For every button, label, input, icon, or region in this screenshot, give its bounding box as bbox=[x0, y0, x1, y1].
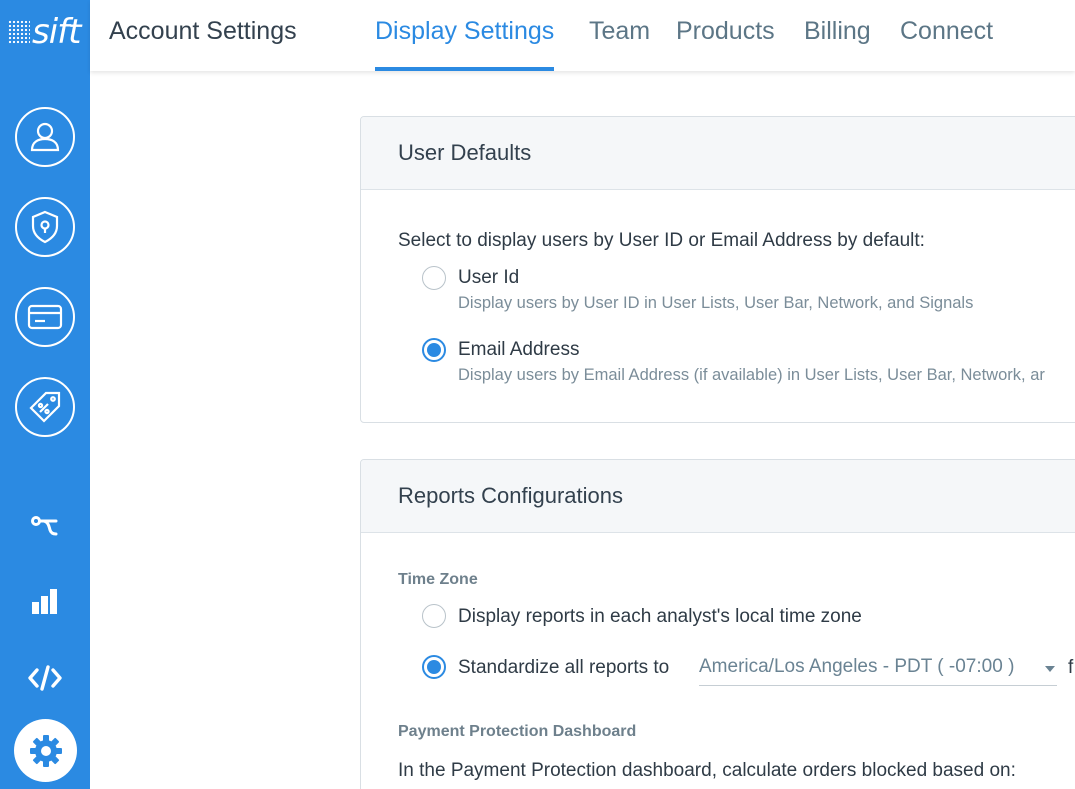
ppd-text: In the Payment Protection dashboard, cal… bbox=[398, 760, 1016, 781]
rail-item-developer[interactable] bbox=[25, 658, 65, 698]
page-title: Account Settings bbox=[109, 17, 297, 45]
radio-user-id[interactable] bbox=[422, 266, 446, 290]
card-title: User Defaults bbox=[398, 140, 532, 165]
tab-display-settings[interactable]: Display Settings bbox=[375, 17, 555, 71]
shield-lock-icon bbox=[31, 210, 59, 244]
option-label-standardize[interactable]: Standardize all reports to bbox=[458, 657, 669, 679]
rail-item-account[interactable] bbox=[15, 107, 75, 167]
option-desc-user-id: Display users by User ID in User Lists, … bbox=[458, 294, 974, 312]
timezone-select-value: America/Los Angeles - PDT ( -07:00 ) bbox=[699, 656, 1015, 677]
card-header: Reports Configurations bbox=[361, 460, 1075, 533]
workflow-icon bbox=[31, 516, 58, 536]
gear-icon bbox=[29, 734, 62, 767]
radio-local-time-zone[interactable] bbox=[422, 604, 446, 628]
tab-connect[interactable]: Connect bbox=[900, 17, 993, 71]
top-bar: Account Settings Display Settings Team P… bbox=[90, 0, 1075, 71]
chevron-down-icon bbox=[1045, 666, 1055, 672]
user-defaults-prompt: Select to display users by User ID or Em… bbox=[398, 230, 925, 251]
rail-item-promotions[interactable] bbox=[15, 377, 75, 437]
option-label-local-time-zone[interactable]: Display reports in each analyst's local … bbox=[458, 606, 862, 628]
code-icon bbox=[28, 665, 62, 691]
card-title: Reports Configurations bbox=[398, 483, 624, 508]
bar-chart-icon bbox=[32, 589, 57, 614]
user-defaults-card: User Defaults Select to display users by… bbox=[360, 116, 1075, 423]
card-header: User Defaults bbox=[361, 117, 1075, 190]
rail-item-settings[interactable] bbox=[14, 719, 77, 782]
rail-item-workflows[interactable] bbox=[25, 507, 65, 547]
credit-card-icon bbox=[27, 304, 63, 330]
timezone-select[interactable]: America/Los Angeles - PDT ( -07:00 ) bbox=[699, 656, 1057, 686]
user-icon bbox=[30, 122, 60, 152]
rail-item-security[interactable] bbox=[15, 197, 75, 257]
option-desc-email-address: Display users by Email Address (if avail… bbox=[458, 366, 1045, 384]
left-nav-rail: sift bbox=[0, 0, 90, 789]
logo-dots bbox=[8, 20, 30, 44]
radio-standardize-time-zone[interactable] bbox=[422, 655, 446, 679]
tab-billing[interactable]: Billing bbox=[804, 17, 871, 71]
option-label-user-id[interactable]: User Id bbox=[458, 267, 519, 289]
radio-email-address[interactable] bbox=[422, 338, 446, 362]
reports-config-card: Reports Configurations Time Zone Display… bbox=[360, 459, 1075, 789]
discount-tag-icon bbox=[29, 391, 61, 423]
time-zone-label: Time Zone bbox=[398, 571, 478, 588]
sift-logo[interactable]: sift bbox=[8, 12, 84, 52]
trailing-text: f bbox=[1068, 657, 1074, 678]
tab-products[interactable]: Products bbox=[676, 17, 775, 71]
tab-team[interactable]: Team bbox=[589, 17, 650, 71]
rail-item-payments[interactable] bbox=[15, 287, 75, 347]
option-label-email-address[interactable]: Email Address bbox=[458, 339, 579, 361]
ppd-label: Payment Protection Dashboard bbox=[398, 723, 637, 740]
logo-text: sift bbox=[32, 12, 81, 52]
rail-item-reports[interactable] bbox=[25, 581, 65, 621]
